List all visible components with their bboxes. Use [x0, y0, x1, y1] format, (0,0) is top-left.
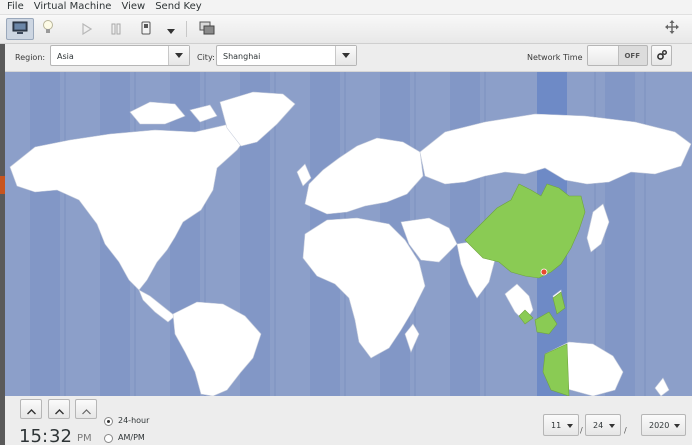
city-dropdown-button[interactable] [335, 46, 356, 65]
toolbar [0, 15, 692, 44]
chevron-down-icon [674, 424, 680, 428]
fullscreen-button[interactable] [662, 18, 682, 40]
menu-send-key[interactable]: Send Key [150, 0, 207, 14]
minute-up-button[interactable] [48, 399, 70, 419]
date-separator: / [624, 426, 627, 435]
chevron-down-icon [567, 424, 573, 428]
format-ampm-label[interactable]: AM/PM [118, 433, 145, 442]
display-button[interactable] [6, 18, 34, 40]
region-value: Asia [57, 52, 74, 61]
details-button[interactable] [38, 18, 58, 40]
network-time-switch[interactable]: OFF [587, 45, 648, 66]
time-date-controls: 15 : 32 PM 24-hour AM/PM 11 / 24 / 2020 [5, 396, 692, 445]
menu-file[interactable]: File [0, 0, 29, 14]
radio-selected-dot [107, 420, 110, 423]
city-label: City: [197, 53, 215, 62]
menu-view[interactable]: View [116, 0, 150, 14]
time-ampm: PM [77, 433, 92, 444]
switch-knob[interactable] [588, 46, 619, 65]
gear-icon [656, 49, 668, 63]
toolbar-separator [186, 21, 187, 37]
shutdown-menu-button[interactable] [163, 18, 179, 40]
day-selector[interactable]: 24 [585, 414, 621, 436]
timezone-selectors: Region: Asia City: Shanghai Network Time… [5, 44, 692, 72]
guest-display[interactable]: Region: Asia City: Shanghai Network Time… [5, 44, 692, 445]
ampm-up-button[interactable] [75, 399, 97, 419]
time-minutes: 32 [49, 426, 72, 445]
chevron-up-icon [54, 400, 64, 419]
month-value: 11 [551, 421, 562, 430]
pause-icon [111, 20, 121, 39]
format-24-hour-radio[interactable] [104, 417, 113, 426]
menu-bar: File Virtual Machine View Send Key [0, 0, 692, 15]
chevron-down-icon [167, 20, 175, 39]
format-ampm-radio[interactable] [104, 434, 113, 443]
menu-virtual-machine[interactable]: Virtual Machine [29, 0, 117, 14]
chevron-up-icon [26, 400, 36, 419]
power-icon [140, 20, 152, 39]
chevron-down-icon [609, 424, 615, 428]
run-button[interactable] [78, 18, 96, 40]
month-selector[interactable]: 11 [543, 414, 579, 436]
region-combobox[interactable]: Asia [50, 45, 190, 66]
region-dropdown-button[interactable] [168, 46, 189, 65]
lightbulb-icon [42, 19, 54, 39]
shutdown-button[interactable] [137, 18, 155, 40]
year-value: 2020 [649, 421, 670, 430]
day-value: 24 [593, 421, 604, 430]
year-selector[interactable]: 2020 [641, 414, 686, 436]
city-value: Shanghai [223, 52, 261, 61]
fullscreen-icon [664, 19, 680, 39]
display-icon [12, 20, 28, 39]
network-time-state: OFF [624, 52, 640, 60]
snapshots-button[interactable] [196, 18, 218, 40]
network-time-label: Network Time [527, 53, 583, 62]
region-label: Region: [15, 53, 46, 62]
time-separator: : [42, 426, 49, 445]
time-hours: 15 [19, 426, 42, 445]
snapshots-icon [199, 20, 215, 39]
ntp-settings-button[interactable] [651, 45, 672, 66]
timezone-map[interactable] [5, 72, 692, 396]
play-icon [82, 20, 93, 39]
hour-up-button[interactable] [20, 399, 42, 419]
chevron-down-icon [175, 53, 183, 58]
city-combobox[interactable]: Shanghai [216, 45, 357, 66]
format-24-hour-label[interactable]: 24-hour [118, 416, 149, 425]
chevron-up-icon [81, 400, 91, 419]
city-marker-icon[interactable] [540, 268, 548, 276]
date-separator: / [580, 426, 583, 435]
pause-button[interactable] [107, 18, 125, 40]
chevron-down-icon [342, 53, 350, 58]
